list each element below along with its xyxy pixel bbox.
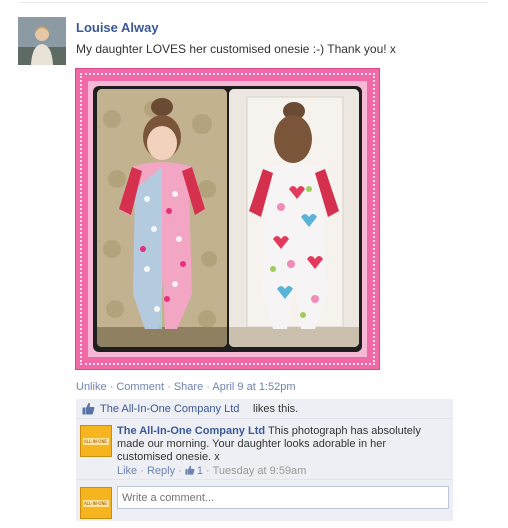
write-comment-input[interactable] [117,486,449,509]
photo-child-front [97,89,227,347]
comment-body: The All-In-One Company Ltd This photogra… [117,425,442,464]
likes-suffix-text: likes this. [253,403,299,415]
post-author-avatar[interactable] [18,17,66,65]
viewer-avatar: ALL-IN-ONE [80,487,112,519]
liker-page-link[interactable]: The All-In-One Company Ltd [100,403,239,415]
separator: · [106,381,117,393]
comment-item: ALL-IN-ONE The All-In-One Company Ltd Th… [76,420,453,480]
likes-summary: The All-In-One Company Ltd likes this. [76,399,453,419]
post-author-name[interactable]: Louise Alway [76,20,159,35]
separator: · [137,465,147,477]
separator: · [175,465,185,477]
thumbs-up-icon [82,402,95,418]
comment-link[interactable]: Comment [116,381,164,393]
share-link[interactable]: Share [174,381,203,393]
photo-child-back [229,89,359,347]
comment-actions: Like · Reply · 1 · Tuesday at 9:59am [117,465,306,477]
reply-row: ALL-IN-ONE [76,481,453,521]
separator: · [203,381,213,393]
comment-reply-link[interactable]: Reply [147,465,175,477]
commenter-avatar[interactable]: ALL-IN-ONE [80,425,112,457]
post-photo[interactable] [75,68,380,370]
separator: · [203,465,213,477]
comment-timestamp[interactable]: Tuesday at 9:59am [213,465,307,477]
feedback-panel: The All-In-One Company Ltd likes this. A… [76,399,453,521]
post-message: My daughter LOVES her customised onesie … [76,42,396,56]
logo-text: ALL-IN-ONE [84,501,107,506]
comment-like-link[interactable]: Like [117,465,137,477]
thumbs-up-icon [185,465,195,475]
separator: · [164,381,174,393]
post-timestamp[interactable]: April 9 at 1:52pm [212,381,295,393]
comment-like-count[interactable]: 1 [185,465,203,477]
top-divider [20,2,488,3]
post-actions: Unlike · Comment · Share · April 9 at 1:… [76,381,296,393]
logo-text: ALL-IN-ONE [84,439,107,444]
unlike-link[interactable]: Unlike [76,381,107,393]
comment-author-link[interactable]: The All-In-One Company Ltd [117,425,265,437]
